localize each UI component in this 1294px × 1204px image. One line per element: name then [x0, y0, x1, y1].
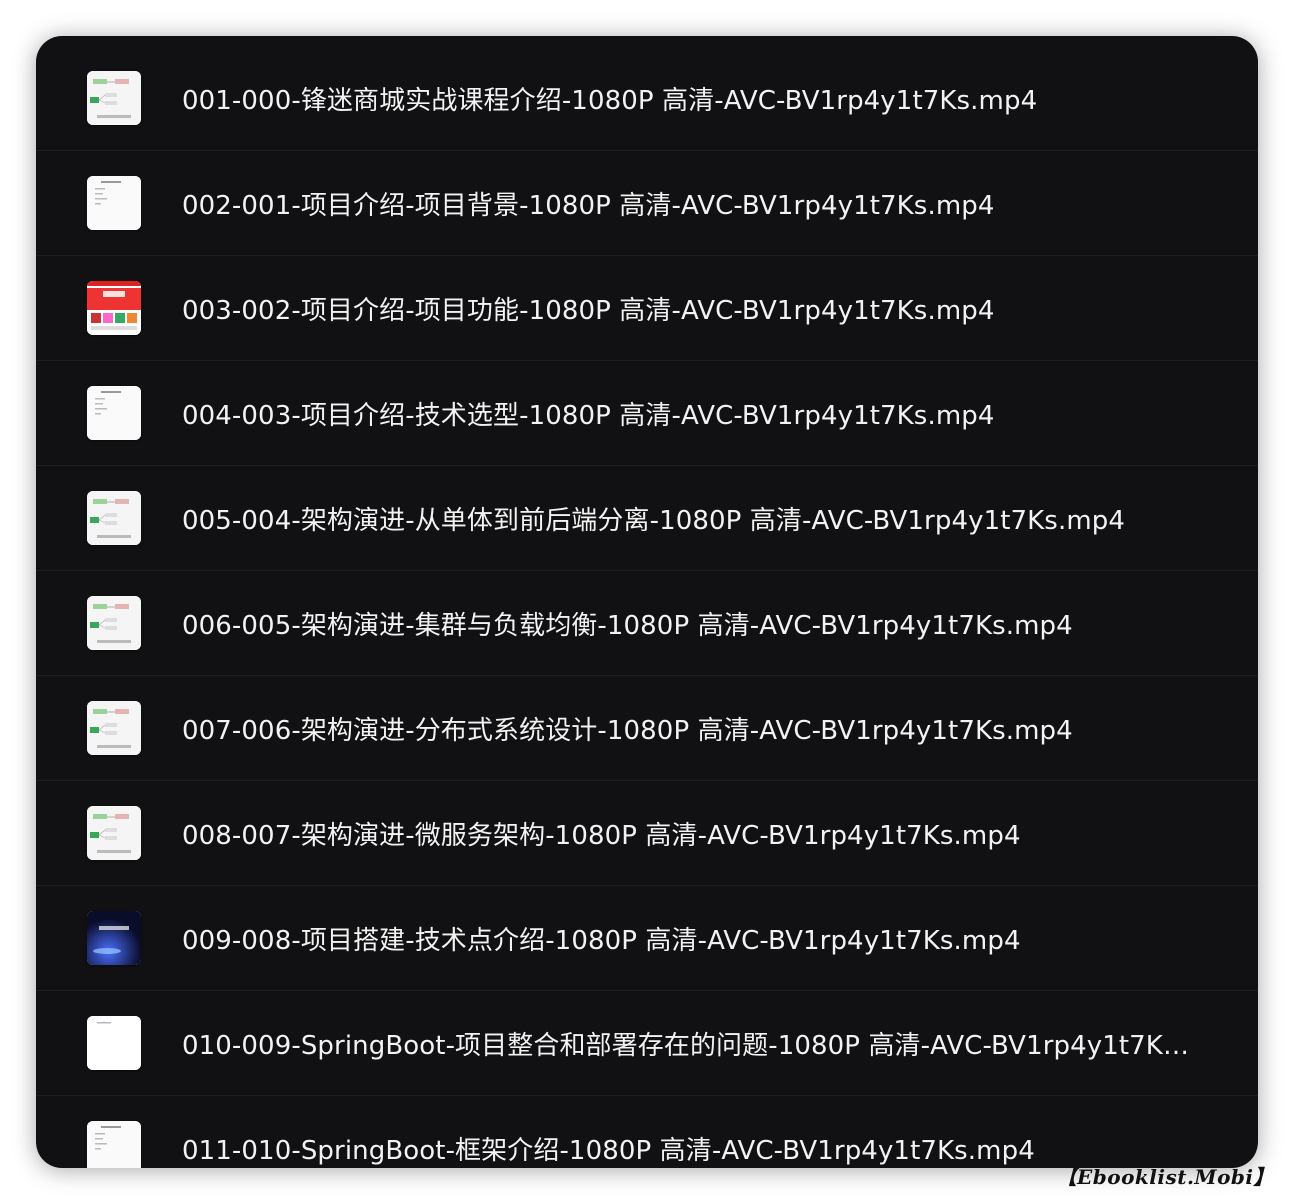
document-thumbnail-icon	[87, 176, 141, 230]
file-row[interactable]: 011-010-SpringBoot-框架介绍-1080P 高清-AVC-BV1…	[36, 1096, 1258, 1168]
file-name: 011-010-SpringBoot-框架介绍-1080P 高清-AVC-BV1…	[182, 1135, 1035, 1166]
file-row[interactable]: 004-003-项目介绍-技术选型-1080P 高清-AVC-BV1rp4y1t…	[36, 361, 1258, 466]
file-name: 002-001-项目介绍-项目背景-1080P 高清-AVC-BV1rp4y1t…	[182, 190, 995, 221]
file-row[interactable]: 006-005-架构演进-集群与负载均衡-1080P 高清-AVC-BV1rp4…	[36, 571, 1258, 676]
file-row[interactable]: 008-007-架构演进-微服务架构-1080P 高清-AVC-BV1rp4y1…	[36, 781, 1258, 886]
file-name: 001-000-锋迷商城实战课程介绍-1080P 高清-AVC-BV1rp4y1…	[182, 85, 1038, 116]
diagram-thumbnail-icon	[87, 596, 141, 650]
file-row[interactable]: 005-004-架构演进-从单体到前后端分离-1080P 高清-AVC-BV1r…	[36, 466, 1258, 571]
document-thumbnail-icon	[87, 1121, 141, 1168]
file-row[interactable]: 009-008-项目搭建-技术点介绍-1080P 高清-AVC-BV1rp4y1…	[36, 886, 1258, 991]
file-name: 005-004-架构演进-从单体到前后端分离-1080P 高清-AVC-BV1r…	[182, 505, 1125, 536]
file-list-window: 001-000-锋迷商城实战课程介绍-1080P 高清-AVC-BV1rp4y1…	[36, 36, 1258, 1168]
diagram-thumbnail-icon	[87, 806, 141, 860]
file-name: 010-009-SpringBoot-项目整合和部署存在的问题-1080P 高清…	[182, 1030, 1202, 1061]
file-name: 008-007-架构演进-微服务架构-1080P 高清-AVC-BV1rp4y1…	[182, 820, 1021, 851]
blank-thumbnail-icon	[87, 1016, 141, 1070]
file-name: 003-002-项目介绍-项目功能-1080P 高清-AVC-BV1rp4y1t…	[182, 295, 995, 326]
file-name: 009-008-项目搭建-技术点介绍-1080P 高清-AVC-BV1rp4y1…	[182, 925, 1021, 956]
diagram-thumbnail-icon	[87, 701, 141, 755]
diagram-thumbnail-icon	[87, 491, 141, 545]
file-row[interactable]: 003-002-项目介绍-项目功能-1080P 高清-AVC-BV1rp4y1t…	[36, 256, 1258, 361]
file-row[interactable]: 001-000-锋迷商城实战课程介绍-1080P 高清-AVC-BV1rp4y1…	[36, 36, 1258, 151]
file-row[interactable]: 010-009-SpringBoot-项目整合和部署存在的问题-1080P 高清…	[36, 991, 1258, 1096]
file-row[interactable]: 007-006-架构演进-分布式系统设计-1080P 高清-AVC-BV1rp4…	[36, 676, 1258, 781]
document-thumbnail-icon	[87, 386, 141, 440]
diagram-thumbnail-icon	[87, 71, 141, 125]
file-list: 001-000-锋迷商城实战课程介绍-1080P 高清-AVC-BV1rp4y1…	[36, 46, 1258, 1168]
watermark: 【Ebooklist.Mobi】	[1056, 1165, 1274, 1189]
webpage-thumbnail-icon	[87, 281, 141, 335]
file-row[interactable]: 002-001-项目介绍-项目背景-1080P 高清-AVC-BV1rp4y1t…	[36, 151, 1258, 256]
file-name: 007-006-架构演进-分布式系统设计-1080P 高清-AVC-BV1rp4…	[182, 715, 1073, 746]
file-name: 004-003-项目介绍-技术选型-1080P 高清-AVC-BV1rp4y1t…	[182, 400, 995, 431]
file-name: 006-005-架构演进-集群与负载均衡-1080P 高清-AVC-BV1rp4…	[182, 610, 1073, 641]
dark-slide-thumbnail-icon	[87, 911, 141, 965]
